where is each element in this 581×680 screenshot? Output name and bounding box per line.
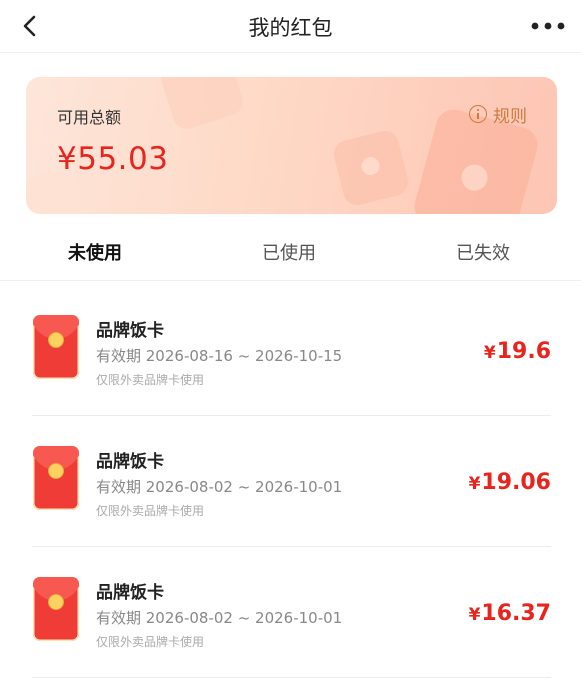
total-available-amount: ¥55.03 [57,141,169,177]
item-title: 品牌饭卡 [96,452,164,472]
tab-expired[interactable]: 已失效 [456,239,510,265]
item-note: 仅限外卖品牌卡使用 [96,635,205,649]
tab-used[interactable]: 已使用 [262,239,316,265]
more-horizontal-icon [531,22,565,30]
rules-button[interactable]: 规则 [469,102,527,127]
currency-symbol: ¥ [468,605,481,625]
more-button[interactable] [529,14,567,38]
item-title: 品牌饭卡 [96,583,164,603]
item-amount: ¥19.6 [484,339,551,364]
decorative-envelope-shape [330,127,412,209]
decorative-circle-shape [26,172,82,214]
item-title: 品牌饭卡 [96,321,164,341]
top-navigation-bar: 我的红包 [0,0,581,53]
balance-banner: 可用总额 ¥55.03 规则 [26,77,557,214]
red-envelope-icon [33,577,79,641]
list-item[interactable]: 品牌饭卡 有效期 2026-08-02 ~ 2026-10-01 仅限外卖品牌卡… [0,416,581,547]
status-tabs: 未使用 已使用 已失效 [0,222,581,281]
amount-value: 19.6 [496,339,551,364]
decorative-envelope-shape [157,77,247,133]
item-validity: 有效期 2026-08-16 ~ 2026-10-15 [96,347,343,365]
red-packet-list: 品牌饭卡 有效期 2026-08-16 ~ 2026-10-15 仅限外卖品牌卡… [0,285,581,678]
item-note: 仅限外卖品牌卡使用 [96,504,205,518]
page-title: 我的红包 [248,16,333,40]
red-envelope-icon [33,446,79,510]
item-amount: ¥19.06 [469,470,551,495]
list-item[interactable]: 品牌饭卡 有效期 2026-08-16 ~ 2026-10-15 仅限外卖品牌卡… [0,285,581,416]
currency-symbol: ¥ [468,474,481,494]
item-note: 仅限外卖品牌卡使用 [96,373,205,387]
item-validity: 有效期 2026-08-02 ~ 2026-10-01 [96,609,343,627]
amount-value: 19.06 [481,470,551,495]
list-item[interactable]: 品牌饭卡 有效期 2026-08-02 ~ 2026-10-01 仅限外卖品牌卡… [0,547,581,678]
rules-label: 规则 [493,106,527,127]
tab-unused[interactable]: 未使用 [68,239,122,265]
divider [32,677,551,678]
info-circle-icon [469,105,487,123]
item-amount: ¥16.37 [469,601,551,626]
item-validity: 有效期 2026-08-02 ~ 2026-10-01 [96,478,343,496]
currency-symbol: ¥ [483,343,496,363]
red-envelope-icon [33,315,79,379]
amount-value: 16.37 [481,601,551,626]
total-available-label: 可用总额 [57,108,122,127]
